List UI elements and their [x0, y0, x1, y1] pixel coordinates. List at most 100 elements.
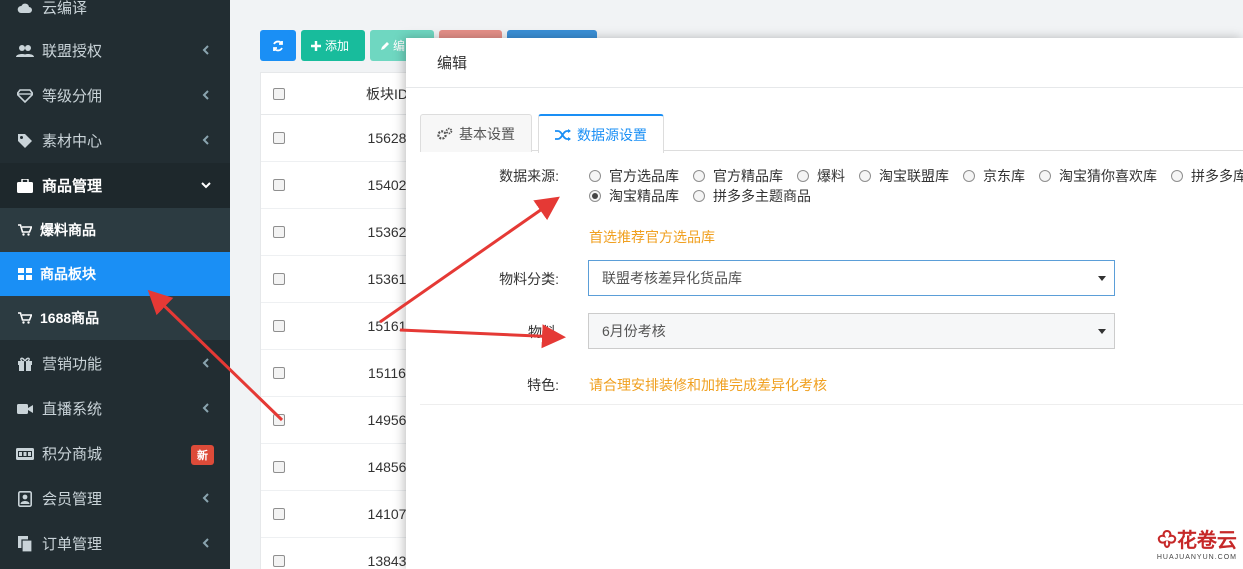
flower-logo-icon — [1157, 529, 1177, 548]
row-checkbox[interactable] — [273, 367, 285, 379]
tab-label: 基本设置 — [459, 125, 515, 142]
chevron-left-icon — [202, 135, 209, 145]
sidebar-item-label: 直播系统 — [42, 401, 103, 418]
radio-jd[interactable]: 京东库 — [963, 166, 1025, 186]
source-hint: 首选推荐官方选品库 — [589, 229, 715, 245]
row-checkbox[interactable] — [273, 508, 285, 520]
feature-value: 请合理安排装修和加推完成差异化考核 — [589, 377, 827, 393]
chevron-down-icon — [201, 182, 211, 189]
row-checkbox[interactable] — [273, 555, 285, 567]
row-checkbox[interactable] — [273, 461, 285, 473]
chevron-left-icon — [202, 403, 209, 413]
caret-down-icon — [1098, 276, 1106, 281]
plus-icon — [311, 40, 321, 51]
category-select-value: 联盟考核差异化货品库 — [602, 270, 742, 286]
sidebar-item-label: 联盟授权 — [42, 43, 103, 60]
row-checkbox[interactable] — [273, 179, 285, 191]
chevron-left-icon — [202, 45, 209, 55]
row-checkbox[interactable] — [273, 226, 285, 238]
briefcase-icon — [16, 178, 34, 194]
sidebar: 云编译 联盟授权 等级分佣 素材中心 商品管理 爆料商品 商品板块 1688商品… — [0, 0, 230, 569]
video-icon — [16, 401, 34, 417]
sidebar-item-label: 云编译 — [42, 0, 88, 17]
sidebar-item-level-commission[interactable]: 等级分佣 — [0, 73, 230, 118]
chevron-left-icon — [202, 90, 209, 100]
sidebar-subitem-product-sections[interactable]: 商品板块 — [0, 252, 230, 296]
pencil-icon — [381, 41, 389, 50]
tab-label: 数据源设置 — [577, 126, 647, 143]
sidebar-item-label: 爆料商品 — [40, 222, 96, 238]
caret-down-icon — [1098, 329, 1106, 334]
sidebar-item-marketing[interactable]: 营销功能 — [0, 341, 230, 386]
chevron-left-icon — [202, 493, 209, 503]
radio-official-selection[interactable]: 官方选品库 — [589, 166, 679, 186]
sidebar-item-label: 积分商城 — [42, 446, 103, 463]
radio-taobao-alliance[interactable]: 淘宝联盟库 — [859, 166, 949, 186]
gift-icon — [16, 356, 34, 372]
edit-dialog: 编辑 基本设置 数据源设置 数据来源: 官方选品库 官方精品库 爆料 淘宝联盟库… — [406, 38, 1243, 569]
watermark: 花卷云 HUAJUANYUN.COM — [1156, 529, 1237, 561]
sidebar-item-material-center[interactable]: 素材中心 — [0, 118, 230, 163]
dialog-tabs: 基本设置 数据源设置 — [420, 114, 1243, 153]
sidebar-item-label: 商品管理 — [42, 178, 103, 195]
row-checkbox[interactable] — [273, 273, 285, 285]
sidebar-item-label: 订单管理 — [42, 536, 103, 553]
row-checkbox[interactable] — [273, 132, 285, 144]
sidebar-item-points-mall[interactable]: 积分商城 新 — [0, 431, 230, 476]
feature-label: 特色: — [527, 377, 559, 393]
refresh-icon — [273, 40, 283, 51]
chevron-left-icon — [202, 358, 209, 368]
dialog-title: 编辑 — [406, 38, 1243, 88]
users-icon — [16, 43, 34, 59]
jcb-card-icon — [16, 446, 34, 462]
material-select-value: 6月份考核 — [602, 323, 666, 339]
sidebar-item-label: 等级分佣 — [42, 88, 103, 105]
category-label: 物料分类: — [499, 271, 559, 287]
sidebar-item-label: 素材中心 — [42, 133, 103, 150]
radio-pdd-theme[interactable]: 拼多多主题商品 — [693, 186, 811, 206]
row-checkbox[interactable] — [273, 414, 285, 426]
sidebar-item-label: 营销功能 — [42, 356, 103, 373]
sidebar-item-cloud-compile[interactable]: 云编译 — [0, 0, 230, 30]
sidebar-item-label: 商品板块 — [40, 266, 96, 282]
add-button[interactable]: 添加 — [301, 30, 365, 61]
radio-pdd[interactable]: 拼多多库 — [1171, 166, 1243, 186]
select-all-checkbox[interactable] — [273, 87, 285, 100]
sidebar-subitem-1688-products[interactable]: 1688商品 — [0, 296, 230, 340]
radio-hot[interactable]: 爆料 — [797, 166, 845, 186]
gears-icon — [437, 127, 453, 140]
diamond-icon — [16, 88, 34, 104]
row-checkbox[interactable] — [273, 320, 285, 332]
source-radio-group-row2: 淘宝精品库 拼多多主题商品 — [589, 186, 825, 206]
sidebar-item-label: 会员管理 — [42, 491, 103, 508]
source-label: 数据来源: — [499, 168, 559, 184]
sidebar-item-product-management[interactable]: 商品管理 — [0, 163, 230, 208]
radio-official-premium[interactable]: 官方精品库 — [693, 166, 783, 186]
sidebar-item-order-management[interactable]: 订单管理 — [0, 521, 230, 566]
cart-icon — [18, 312, 34, 324]
new-badge: 新 — [191, 445, 214, 465]
tab-data-source-settings[interactable]: 数据源设置 — [538, 114, 664, 153]
cart-icon — [18, 224, 34, 236]
sidebar-item-live-system[interactable]: 直播系统 — [0, 386, 230, 431]
material-label: 物料 — [528, 324, 556, 340]
cloud-icon — [16, 0, 34, 16]
sidebar-subitem-hot-products[interactable]: 爆料商品 — [0, 208, 230, 252]
radio-taobao-guess[interactable]: 淘宝猜你喜欢库 — [1039, 166, 1157, 186]
copy-icon — [16, 535, 34, 552]
source-radio-group: 官方选品库 官方精品库 爆料 淘宝联盟库 京东库 淘宝猜你喜欢库 拼多多库 — [589, 166, 1243, 186]
sidebar-item-alliance-auth[interactable]: 联盟授权 — [0, 28, 230, 73]
tag-icon — [16, 133, 34, 149]
chevron-left-icon — [202, 538, 209, 548]
edit-button-label: 编 — [393, 39, 406, 53]
material-select[interactable]: 6月份考核 — [588, 313, 1115, 349]
category-select[interactable]: 联盟考核差异化货品库 — [588, 260, 1115, 296]
grid-icon — [18, 268, 34, 280]
refresh-button[interactable] — [260, 30, 296, 61]
add-button-label: 添加 — [325, 39, 350, 53]
user-box-icon — [16, 490, 34, 507]
shuffle-icon — [555, 128, 571, 141]
tab-basic-settings[interactable]: 基本设置 — [420, 114, 532, 152]
sidebar-item-member-management[interactable]: 会员管理 — [0, 476, 230, 521]
radio-taobao-premium[interactable]: 淘宝精品库 — [589, 186, 679, 206]
